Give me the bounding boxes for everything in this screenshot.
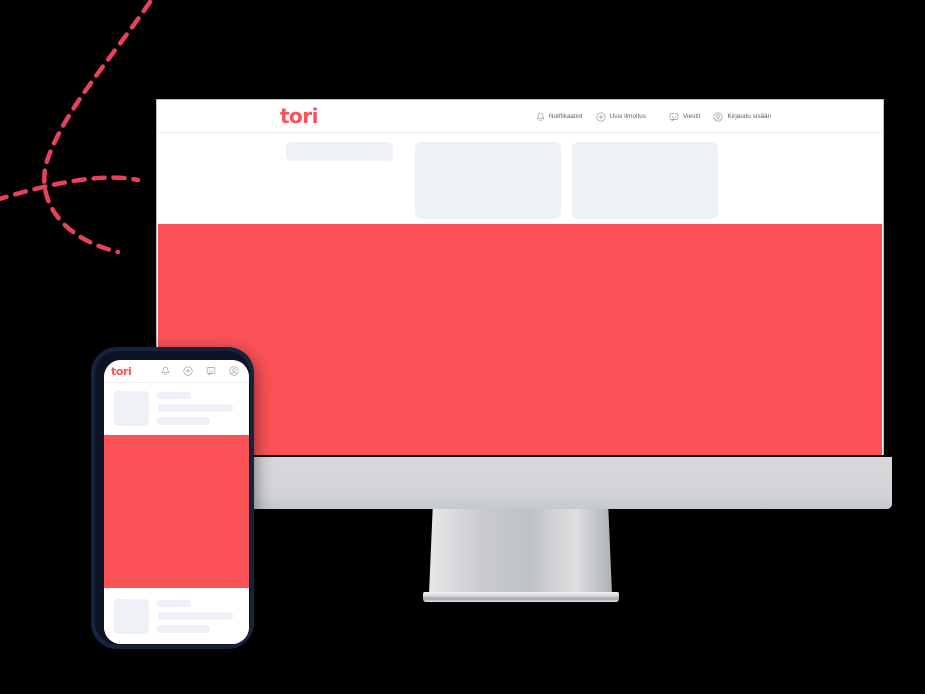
plus-circle-icon: [596, 111, 606, 122]
nav-item-messages[interactable]: Viestit: [669, 112, 700, 122]
phone-frame-inner: tori: [95, 351, 250, 645]
desktop-hero-banner: [158, 224, 882, 456]
nav-item-login[interactable]: Kirjaudu sisään: [713, 111, 772, 122]
nav-label-notifications: Notifikaatiot: [549, 113, 583, 120]
monitor-foot: [423, 592, 619, 602]
dashed-arc-icon: [0, 175, 141, 202]
desktop-site-header: tori Notifikaatiot Uusi ilmoitus Viestit…: [158, 101, 882, 133]
skeleton-line-2: [157, 612, 233, 620]
skeleton-thumbnail: [114, 599, 149, 634]
phone-app-header: tori: [104, 360, 249, 383]
phone-listing-bottom[interactable]: [104, 588, 249, 644]
bell-icon: [536, 112, 545, 121]
skeleton-card-1: [415, 142, 561, 219]
chat-bubble-icon: [669, 112, 679, 121]
nav-item-notifications[interactable]: Notifikaatiot: [536, 112, 583, 122]
nav-label-login: Kirjaudu sisään: [727, 113, 772, 120]
phone-hero-banner: [104, 435, 249, 588]
desktop-skeleton-band: [158, 133, 882, 224]
monitor-bezel: tori Notifikaatiot Uusi ilmoitus Viestit…: [157, 100, 883, 457]
phone-listing-top[interactable]: [104, 383, 249, 435]
skeleton-line-1: [157, 392, 191, 399]
skeleton-line-2: [157, 404, 233, 412]
user-circle-icon: [713, 111, 723, 122]
desktop-logo[interactable]: tori: [280, 105, 319, 127]
bell-icon[interactable]: [161, 366, 170, 376]
nav-label-messages: Viestit: [683, 113, 701, 120]
plus-circle-icon[interactable]: [183, 366, 193, 376]
phone-logo[interactable]: tori: [111, 365, 132, 378]
skeleton-line-3: [157, 625, 210, 633]
skeleton-line-3: [157, 417, 210, 425]
desktop-screen: tori Notifikaatiot Uusi ilmoitus Viestit…: [158, 101, 882, 456]
dashed-swoosh-icon: [42, 0, 153, 255]
user-circle-icon[interactable]: [229, 366, 239, 376]
desktop-monitor-mockup: tori Notifikaatiot Uusi ilmoitus Viestit…: [152, 100, 892, 602]
nav-label-new-listing: Uusi ilmoitus: [609, 113, 647, 120]
nav-item-new-listing[interactable]: Uusi ilmoitus: [596, 111, 647, 122]
phone-mockup: tori: [91, 347, 254, 649]
skeleton-line-1: [157, 600, 191, 607]
monitor-chin: [152, 457, 892, 509]
monitor-stand: [429, 509, 612, 594]
mockup-stage: tori Notifikaatiot Uusi ilmoitus Viestit…: [0, 0, 925, 694]
phone-screen: tori: [104, 360, 249, 644]
skeleton-pill: [286, 142, 393, 161]
desktop-nav: Notifikaatiot Uusi ilmoitus Viestit Kirj…: [536, 101, 771, 132]
skeleton-card-2: [572, 142, 718, 219]
skeleton-thumbnail: [114, 391, 149, 426]
phone-header-icons: [161, 366, 242, 376]
chat-bubble-icon[interactable]: [206, 366, 216, 376]
